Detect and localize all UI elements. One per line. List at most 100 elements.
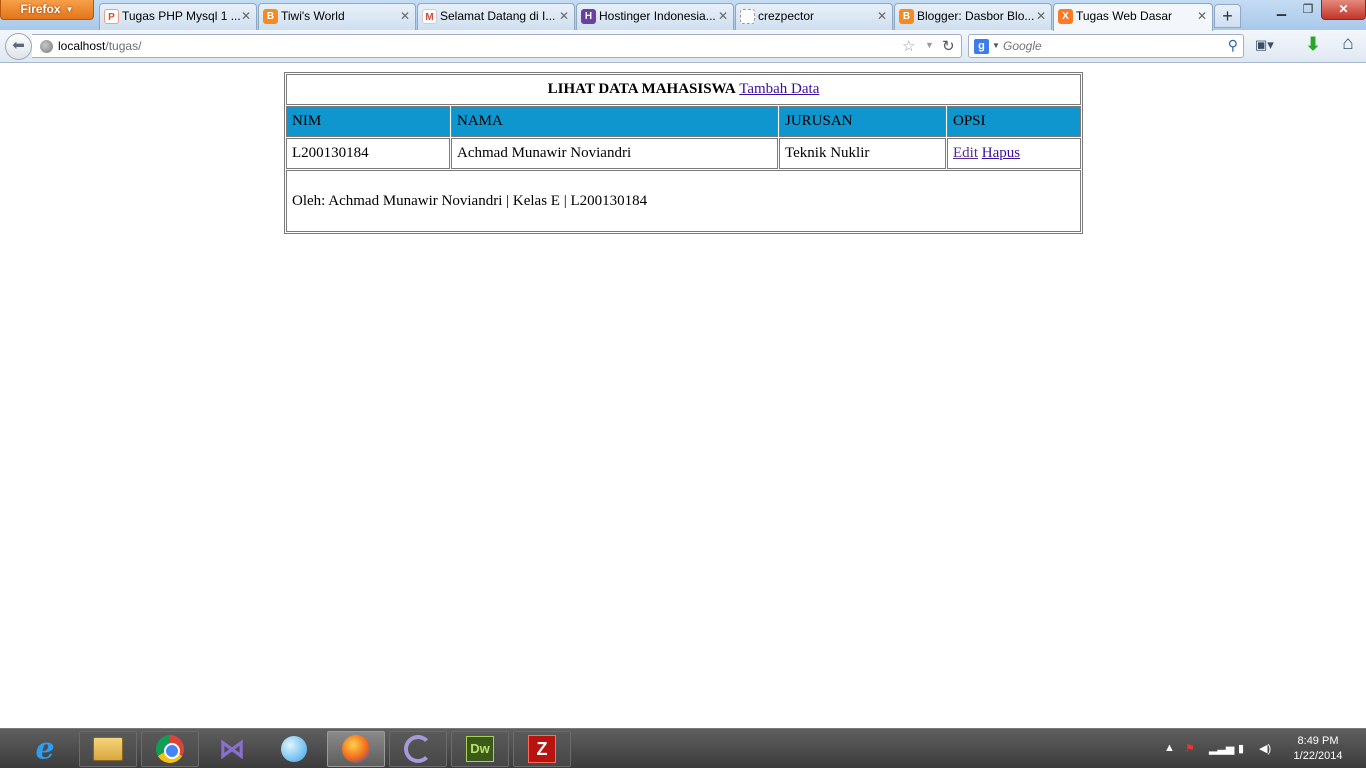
tab-title: Tiwi's World xyxy=(281,9,345,23)
address-bar[interactable]: localhost/tugas/ ☆ ▼ ↻ xyxy=(32,34,962,58)
close-icon[interactable]: ✕ xyxy=(241,4,251,28)
clock-time: 8:49 PM xyxy=(1297,735,1339,747)
column-header-nama: NAMA xyxy=(451,106,778,137)
table-header-row: NIM NAMA JURUSAN OPSI xyxy=(286,106,1081,137)
bookmarks-menu-button[interactable]: ▣▾ xyxy=(1255,37,1289,57)
php-icon: P xyxy=(104,9,119,24)
column-header-opsi: OPSI xyxy=(947,106,1081,137)
show-hidden-icons-icon[interactable]: ▲ xyxy=(1164,742,1175,754)
blogger-icon: B xyxy=(263,9,278,24)
reload-icon[interactable]: ↻ xyxy=(942,37,955,55)
home-icon: ⌂ xyxy=(1342,33,1354,54)
student-data-table: LIHAT DATA MAHASISWA Tambah Data NIM NAM… xyxy=(284,72,1083,234)
network-signal-icon[interactable]: ▂▃▅ xyxy=(1209,742,1234,755)
close-icon[interactable]: ✕ xyxy=(877,4,887,28)
tab-title: Hostinger Indonesia... xyxy=(599,9,716,23)
cell-opsi: Edit Hapus xyxy=(947,138,1081,169)
search-icon[interactable]: ⚲ xyxy=(1228,37,1238,54)
search-bar[interactable]: g ▼ ⚲ xyxy=(968,34,1244,58)
visual-studio-icon: ⋈ xyxy=(219,733,245,764)
action-center-flag-icon[interactable]: ⚑ xyxy=(1185,742,1195,755)
plus-icon: + xyxy=(1222,6,1233,26)
system-clock[interactable]: 8:49 PM 1/22/2014 xyxy=(1282,734,1354,764)
tab-title: Tugas PHP Mysql 1 ... xyxy=(122,9,241,23)
close-icon[interactable]: ✕ xyxy=(1197,4,1207,28)
close-icon[interactable]: ✕ xyxy=(559,4,569,28)
firefox-menu-button[interactable]: Firefox ▼ xyxy=(0,0,94,20)
delete-link[interactable]: Hapus xyxy=(982,145,1020,161)
tab-gmail[interactable]: M Selamat Datang di I... ✕ xyxy=(417,3,575,30)
globe-icon xyxy=(40,40,53,53)
gmail-icon: M xyxy=(422,9,437,24)
battery-icon[interactable]: ▮ xyxy=(1238,742,1244,755)
chevron-down-icon: ▼ xyxy=(65,5,74,14)
tab-hostinger[interactable]: H Hostinger Indonesia... ✕ xyxy=(576,3,734,30)
firefox-menu-label: Firefox xyxy=(20,2,61,16)
bookmark-star-icon[interactable]: ☆ xyxy=(902,37,915,55)
downloads-button[interactable]: ⬇ xyxy=(1302,34,1324,58)
chrome-icon xyxy=(156,735,184,763)
spiral-app-icon xyxy=(404,735,432,763)
back-arrow-icon: ⬅ xyxy=(12,37,25,54)
blank-page-icon xyxy=(740,9,755,24)
close-icon[interactable]: ✕ xyxy=(718,4,728,28)
internet-explorer-icon: e xyxy=(35,731,55,767)
volume-icon[interactable]: ◀) xyxy=(1259,742,1271,755)
new-tab-button[interactable]: + xyxy=(1214,4,1241,28)
taskbar-visual-studio[interactable]: ⋈ xyxy=(203,731,261,767)
windows-taskbar: e ⋈ Dw Z ▲ ⚑ ▂▃▅ ▮ ◀) 8:49 PM 1/22/2014 xyxy=(0,728,1366,768)
tab-title: crezpector xyxy=(758,9,815,23)
table-footer: Oleh: Achmad Munawir Noviandri | Kelas E… xyxy=(286,170,1081,232)
taskbar-firefox[interactable] xyxy=(327,731,385,767)
taskbar-dreamweaver[interactable]: Dw xyxy=(451,731,509,767)
filezilla-icon: Z xyxy=(528,735,556,763)
cell-jurusan: Teknik Nuklir xyxy=(779,138,946,169)
title-bar: Firefox ▼ P Tugas PHP Mysql 1 ... ✕ B Tiw… xyxy=(0,0,1366,31)
xampp-icon: X xyxy=(1058,9,1073,24)
taskbar-chrome[interactable] xyxy=(141,731,199,767)
google-icon[interactable]: g xyxy=(974,39,989,54)
taskbar-spiral-app[interactable] xyxy=(389,731,447,767)
cell-nama: Achmad Munawir Noviandri xyxy=(451,138,778,169)
tab-crezpector[interactable]: crezpector ✕ xyxy=(735,3,893,30)
home-button[interactable]: ⌂ xyxy=(1336,33,1360,57)
maximize-button[interactable]: ❐ xyxy=(1295,0,1321,20)
table-caption: LIHAT DATA MAHASISWA Tambah Data xyxy=(286,74,1081,105)
search-input[interactable] xyxy=(1003,38,1218,54)
clock-date: 1/22/2014 xyxy=(1293,750,1343,762)
firefox-icon xyxy=(342,735,370,763)
dreamweaver-icon: Dw xyxy=(466,736,494,762)
taskbar-internet-explorer[interactable]: e xyxy=(16,731,74,767)
column-header-nim: NIM xyxy=(286,106,450,137)
url-text[interactable]: localhost/tugas/ xyxy=(58,39,141,53)
tab-title: Tugas Web Dasar xyxy=(1076,9,1173,23)
column-header-jurusan: JURUSAN xyxy=(779,106,946,137)
add-data-link[interactable]: Tambah Data xyxy=(739,81,819,97)
taskbar-bird-app[interactable] xyxy=(265,731,323,767)
table-title: LIHAT DATA MAHASISWA xyxy=(547,81,736,97)
history-dropdown-icon[interactable]: ▼ xyxy=(925,40,934,50)
download-arrow-icon: ⬇ xyxy=(1305,34,1321,54)
back-button[interactable]: ⬅ xyxy=(5,33,32,60)
blogger-icon: B xyxy=(899,9,914,24)
tab-blogger-dasbor[interactable]: B Blogger: Dasbor Blo... ✕ xyxy=(894,3,1052,30)
page-content: LIHAT DATA MAHASISWA Tambah Data NIM NAM… xyxy=(0,64,1366,728)
tab-tiwis-world[interactable]: B Tiwi's World ✕ xyxy=(258,3,416,30)
tab-title: Blogger: Dasbor Blo... xyxy=(917,9,1035,23)
window-close-button[interactable]: ✕ xyxy=(1321,0,1366,20)
table-row: L200130184 Achmad Munawir Noviandri Tekn… xyxy=(286,138,1081,169)
tab-tugas-php[interactable]: P Tugas PHP Mysql 1 ... ✕ xyxy=(99,3,257,30)
chevron-down-icon[interactable]: ▼ xyxy=(992,41,1000,50)
close-icon[interactable]: ✕ xyxy=(1036,4,1046,28)
tab-tugas-web-dasar[interactable]: X Tugas Web Dasar ✕ xyxy=(1053,3,1213,31)
taskbar-file-explorer[interactable] xyxy=(79,731,137,767)
taskbar-filezilla[interactable]: Z xyxy=(513,731,571,767)
url-host: localhost xyxy=(58,39,106,53)
url-path: /tugas/ xyxy=(105,39,142,53)
edit-link[interactable]: Edit xyxy=(953,145,978,161)
cell-nim: L200130184 xyxy=(286,138,450,169)
minimize-button[interactable]: ▁ xyxy=(1268,0,1295,20)
tab-title: Selamat Datang di I... xyxy=(440,9,556,23)
navigation-toolbar: ⬅ localhost/tugas/ ☆ ▼ ↻ g ▼ ⚲ ▣▾ ⬇ ⌂ xyxy=(0,30,1366,63)
close-icon[interactable]: ✕ xyxy=(400,4,410,28)
